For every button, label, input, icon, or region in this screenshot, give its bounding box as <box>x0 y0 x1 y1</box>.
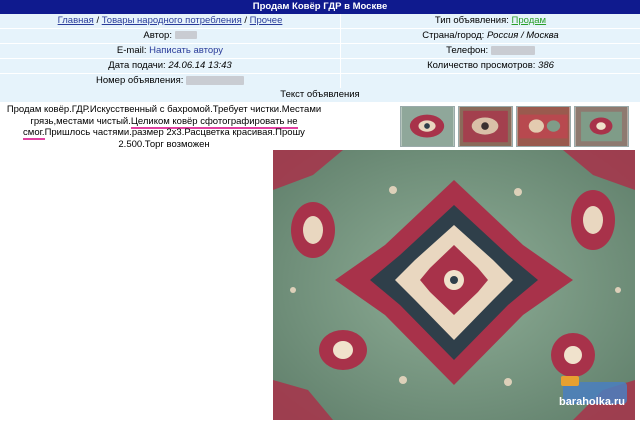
photo-thumbnail[interactable] <box>516 106 571 147</box>
info-row: E-mail: Написать автору Телефон: <box>0 44 640 59</box>
author-redacted <box>174 31 197 40</box>
breadcrumb: Главная / Товары народного потребления /… <box>0 14 340 28</box>
write-author-link[interactable]: Написать автору <box>149 45 223 56</box>
breadcrumb-home-link[interactable]: Главная <box>58 15 94 26</box>
views-field: Количество просмотров: 386 <box>341 59 640 73</box>
ad-type-label: Тип объявления: <box>434 15 509 26</box>
ad-number-field: Номер объявления: <box>0 74 340 88</box>
info-row: Номер объявления: <box>0 74 640 89</box>
email-field: E-mail: Написать автору <box>0 44 340 58</box>
location-field: Страна/город: Россия / Москва <box>341 29 640 43</box>
section-header: Текст объявления <box>0 88 640 102</box>
breadcrumb-separator: / <box>96 15 100 26</box>
ad-type-field: Тип объявления: Продам <box>341 14 640 28</box>
carpet-photo-image <box>273 150 635 420</box>
phone-label: Телефон: <box>446 45 489 56</box>
breadcrumb-category-link[interactable]: Товары народного потребления <box>102 15 242 26</box>
info-row: Дата подачи: 24.06.14 13:43 Количество п… <box>0 59 640 74</box>
phone-redacted <box>490 45 535 55</box>
photo-thumbnail[interactable] <box>574 106 629 147</box>
author-label: Автор: <box>143 30 172 41</box>
location-label: Страна/город: <box>422 30 485 41</box>
photo-thumbnail[interactable] <box>458 106 513 147</box>
empty-cell <box>341 74 640 88</box>
ad-number-redacted <box>186 75 244 85</box>
info-row: Главная / Товары народного потребления /… <box>0 14 640 29</box>
breadcrumb-subcategory-link[interactable]: Прочее <box>250 15 283 26</box>
views-label: Количество просмотров: <box>427 60 536 71</box>
breadcrumb-separator: / <box>244 15 248 26</box>
views-value: 386 <box>538 60 554 71</box>
email-label: E-mail: <box>116 45 147 56</box>
description-text: Пришлось частями.размер 2х3.Расцветка кр… <box>44 127 305 150</box>
site-watermark: baraholka.ru <box>558 396 625 408</box>
info-row: Автор: Страна/город: Россия / Москва <box>0 29 640 44</box>
ad-number-label: Номер объявления: <box>95 75 184 86</box>
author-field: Автор: <box>0 29 340 43</box>
main-photo[interactable]: baraholka.ru <box>273 150 635 420</box>
date-label: Дата подачи: <box>108 60 166 71</box>
ad-type-link[interactable]: Продам <box>512 15 547 26</box>
phone-field: Телефон: <box>341 44 640 58</box>
photo-thumbnail[interactable] <box>400 106 455 147</box>
date-field: Дата подачи: 24.06.14 13:43 <box>0 59 340 73</box>
page-title: Продам Ковёр ГДР в Москве <box>0 0 640 14</box>
date-value: 24.06.14 13:43 <box>168 60 232 71</box>
ad-description: Продам ковёр.ГДР.Искусственный с бахромо… <box>4 104 324 150</box>
location-value: Россия / Москва <box>486 30 559 41</box>
